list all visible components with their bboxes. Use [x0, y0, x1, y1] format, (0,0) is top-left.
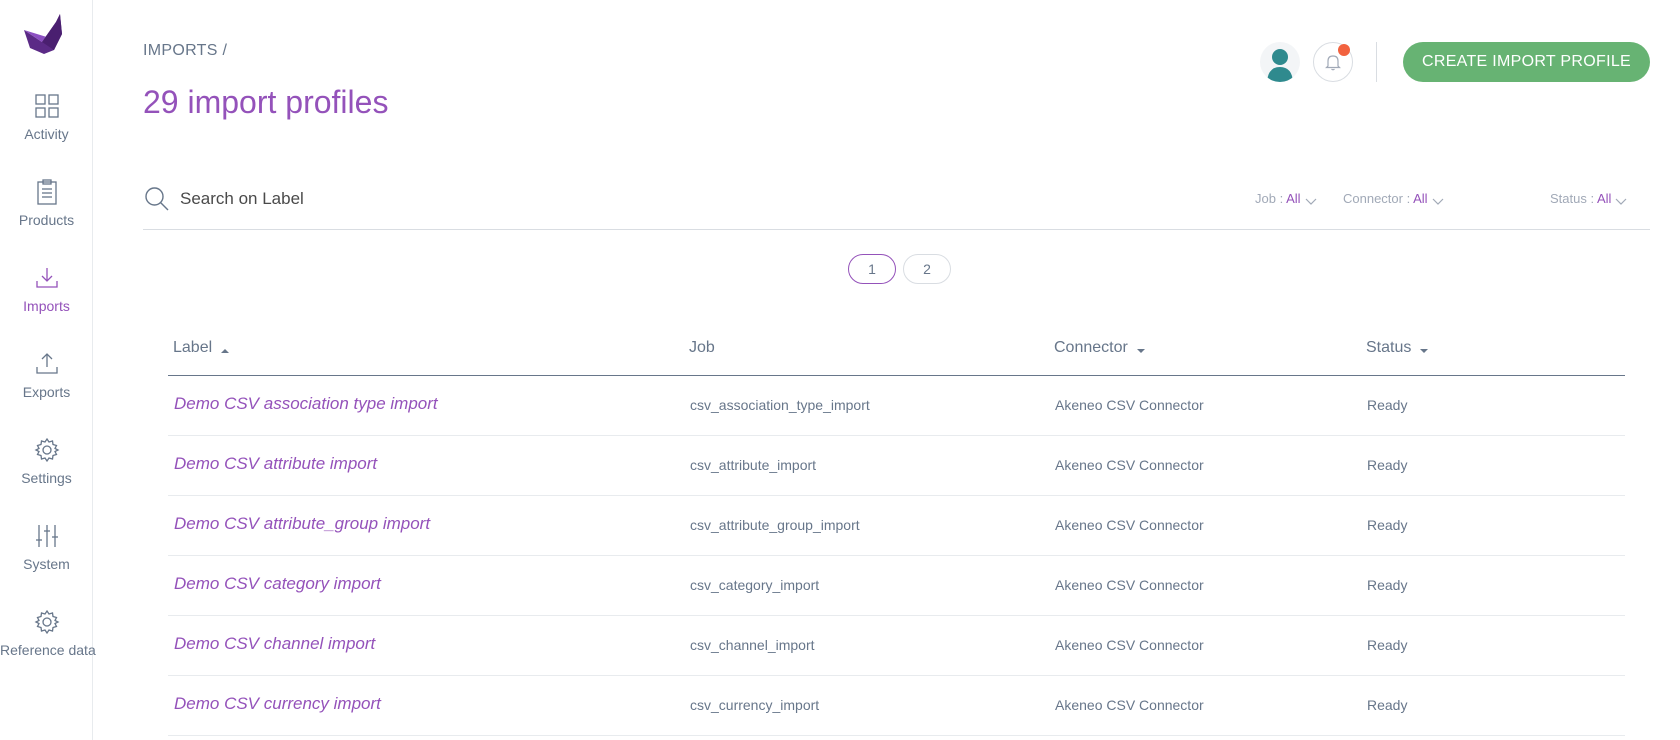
sidebar-item-settings[interactable]: Settings — [0, 436, 93, 506]
column-header-text: Job — [689, 339, 715, 356]
row-status: Ready — [1367, 697, 1408, 713]
filter-job[interactable]: Job : All — [1255, 191, 1317, 206]
row-label[interactable]: Demo CSV attribute_group import — [174, 514, 430, 534]
column-header-status[interactable]: Status — [1366, 339, 1429, 357]
chevron-down-icon — [1432, 195, 1444, 205]
table-row[interactable]: Demo CSV attribute import csv_attribute_… — [168, 436, 1625, 496]
column-header-text: Connector — [1054, 339, 1128, 356]
filter-connector[interactable]: Connector : All — [1343, 191, 1444, 206]
filter-status[interactable]: Status : All — [1550, 191, 1627, 206]
row-status: Ready — [1367, 457, 1408, 473]
sidebar-item-label: Exports — [22, 384, 71, 400]
sidebar-item-system[interactable]: System — [0, 522, 93, 592]
row-connector: Akeneo CSV Connector — [1055, 577, 1204, 593]
search-bar: Job : All Connector : All Status : All — [143, 180, 1650, 230]
pagination-page-1[interactable]: 1 — [848, 254, 896, 284]
akeneo-logo[interactable] — [20, 12, 66, 56]
column-header-text: Label — [173, 339, 213, 356]
avatar[interactable] — [1260, 42, 1300, 82]
sidebar-item-activity[interactable]: Activity — [0, 92, 93, 162]
table-row[interactable]: Demo CSV attribute_group import csv_attr… — [168, 496, 1625, 556]
column-header-text: Status — [1366, 339, 1412, 356]
row-label[interactable]: Demo CSV channel import — [174, 634, 375, 654]
export-icon — [33, 350, 61, 378]
filter-value: All — [1596, 191, 1612, 206]
sidebar-item-label: Activity — [24, 126, 69, 142]
caret-down-icon — [1419, 343, 1429, 353]
row-status: Ready — [1367, 397, 1408, 413]
sidebar-item-reference-data[interactable]: Reference data — [0, 608, 96, 678]
row-label[interactable]: Demo CSV category import — [174, 574, 381, 594]
sidebar: Activity Products Imports Exports Settin… — [0, 0, 96, 740]
import-icon — [33, 264, 61, 292]
notification-button[interactable] — [1313, 42, 1353, 82]
row-connector: Akeneo CSV Connector — [1055, 637, 1204, 653]
sidebar-item-label: Products — [18, 212, 75, 228]
column-header-connector[interactable]: Connector — [1054, 339, 1146, 357]
clipboard-icon — [33, 178, 61, 206]
chevron-down-icon — [1615, 195, 1627, 205]
gear-icon — [33, 608, 61, 636]
filter-label: Connector : — [1343, 191, 1414, 206]
row-job: csv_category_import — [690, 577, 820, 593]
pagination-page-2[interactable]: 2 — [903, 254, 951, 284]
filter-label: Job : — [1255, 191, 1287, 206]
header-divider — [1376, 42, 1377, 82]
filter-value: All — [1286, 191, 1301, 206]
row-connector: Akeneo CSV Connector — [1055, 697, 1204, 713]
column-header-label[interactable]: Label — [173, 339, 230, 357]
row-connector: Akeneo CSV Connector — [1055, 517, 1204, 533]
table-row[interactable]: Demo CSV category import csv_category_im… — [168, 556, 1625, 616]
table-row[interactable]: Demo CSV association type import csv_ass… — [168, 376, 1625, 436]
row-label[interactable]: Demo CSV currency import — [174, 694, 381, 714]
sidebar-item-exports[interactable]: Exports — [0, 350, 93, 420]
create-import-profile-button[interactable]: CREATE IMPORT PROFILE — [1403, 42, 1650, 82]
row-label[interactable]: Demo CSV attribute import — [174, 454, 377, 474]
row-label[interactable]: Demo CSV association type import — [174, 394, 438, 414]
caret-down-icon — [1136, 343, 1146, 353]
sidebar-item-products[interactable]: Products — [0, 178, 93, 248]
table-row[interactable]: Demo CSV channel import csv_channel_impo… — [168, 616, 1625, 676]
sidebar-item-label: Imports — [23, 298, 70, 314]
breadcrumb[interactable]: IMPORTS / — [143, 42, 227, 60]
row-job: csv_channel_import — [690, 637, 815, 653]
row-status: Ready — [1367, 517, 1408, 533]
row-job: csv_currency_import — [690, 697, 820, 713]
row-job: csv_attribute_import — [690, 457, 817, 473]
import-profiles-table: Label Job Connector Status Demo CSV asso… — [168, 330, 1625, 736]
sidebar-item-imports[interactable]: Imports — [0, 264, 93, 334]
row-connector: Akeneo CSV Connector — [1055, 397, 1204, 413]
table-header: Label Job Connector Status — [168, 330, 1625, 376]
table-row[interactable]: Demo CSV currency import csv_currency_im… — [168, 676, 1625, 736]
row-job: csv_attribute_group_import — [690, 517, 860, 533]
search-icon — [143, 185, 171, 213]
page-title: 29 import profiles — [143, 84, 389, 120]
sort-ascending-icon — [220, 343, 230, 353]
row-connector: Akeneo CSV Connector — [1055, 457, 1204, 473]
sidebar-item-label: System — [23, 556, 70, 572]
row-status: Ready — [1367, 577, 1408, 593]
search-input[interactable] — [180, 184, 780, 214]
gear-icon — [33, 436, 61, 464]
filter-value: All — [1413, 191, 1428, 206]
notification-badge — [1338, 44, 1350, 56]
dashboard-grid-icon — [33, 92, 61, 120]
sidebar-item-label: Settings — [21, 470, 72, 486]
bell-icon — [1323, 52, 1343, 77]
row-status: Ready — [1367, 637, 1408, 653]
column-header-job: Job — [689, 339, 715, 357]
filter-label: Status : — [1550, 191, 1597, 206]
row-job: csv_association_type_import — [690, 397, 870, 413]
sidebar-item-label: Reference data — [0, 642, 96, 658]
sliders-icon — [33, 522, 61, 550]
chevron-down-icon — [1305, 195, 1317, 205]
